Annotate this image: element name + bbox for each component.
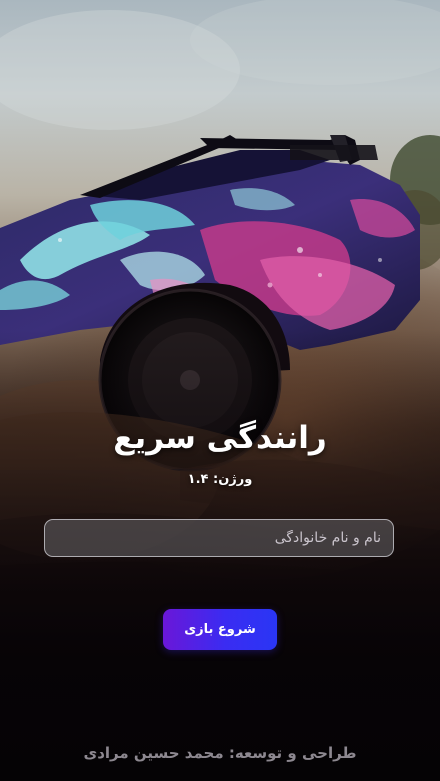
background-fade-overlay: [0, 0, 440, 781]
full-name-input[interactable]: [44, 519, 394, 557]
game-title: رانندگی سریع: [113, 420, 327, 456]
start-game-button[interactable]: شروع بازی: [163, 609, 277, 650]
version-label: ورژن: ۱.۴: [187, 472, 253, 487]
developer-credit: طراحی و توسعه: محمد حسین مرادی: [83, 744, 357, 762]
start-screen: رانندگی سریع ورژن: ۱.۴ شروع بازی طراحی و…: [0, 0, 440, 781]
